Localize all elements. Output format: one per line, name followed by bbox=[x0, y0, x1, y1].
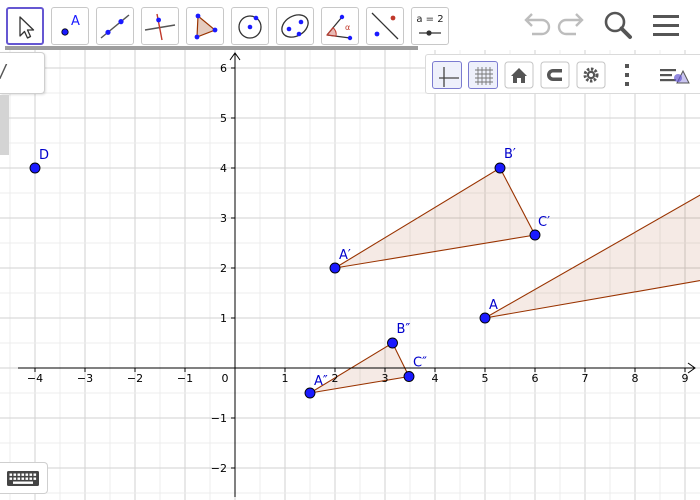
standard-view-button[interactable] bbox=[504, 61, 534, 89]
point-icon: A bbox=[61, 14, 80, 36]
axes-toggle-button[interactable] bbox=[432, 61, 462, 89]
x-tick-label: −3 bbox=[77, 372, 93, 385]
point-label: A″ bbox=[314, 374, 328, 389]
cursor-arrow-icon bbox=[19, 16, 35, 39]
reflect-about-line-tool-button[interactable] bbox=[366, 7, 404, 45]
perpendicular-line-icon bbox=[144, 13, 176, 41]
slider-icon bbox=[419, 30, 441, 36]
y-tick-label: 4 bbox=[220, 162, 227, 175]
redo-button[interactable] bbox=[555, 8, 589, 47]
point-label: A′ bbox=[339, 248, 351, 263]
move-tool-button[interactable] bbox=[6, 7, 44, 45]
point-label: A bbox=[489, 298, 498, 313]
ellipse-icon bbox=[281, 14, 309, 38]
y-tick-label: −2 bbox=[211, 462, 227, 475]
slider-tool-button[interactable]: a = 2 bbox=[411, 7, 449, 45]
point-label: D bbox=[39, 148, 49, 163]
point-tool-button[interactable]: A bbox=[51, 7, 89, 45]
x-tick-label: 5 bbox=[482, 372, 489, 385]
x-tick-label: 8 bbox=[632, 372, 639, 385]
point-A[interactable] bbox=[479, 312, 491, 324]
grid-toggle-button[interactable] bbox=[468, 61, 498, 89]
x-tick-label: 0 bbox=[222, 372, 229, 385]
home-icon bbox=[504, 61, 534, 89]
point-label: B′ bbox=[504, 147, 516, 162]
axes-icon bbox=[439, 67, 459, 87]
x-tick-label: 4 bbox=[432, 372, 439, 385]
x-tick-label: 2 bbox=[332, 372, 339, 385]
redo-icon bbox=[557, 13, 584, 36]
point-B′[interactable] bbox=[494, 162, 506, 174]
more-options-button[interactable] bbox=[612, 61, 642, 89]
grid-icon bbox=[475, 67, 493, 85]
y-tick-label: 3 bbox=[220, 212, 227, 225]
point-A′[interactable] bbox=[329, 262, 341, 274]
undo-icon bbox=[524, 13, 551, 36]
y-tick-label: 6 bbox=[220, 62, 227, 75]
y-tick-label: 1 bbox=[220, 312, 227, 325]
keyboard-icon bbox=[7, 471, 39, 486]
y-tick-label: 5 bbox=[220, 112, 227, 125]
algebra-tab-glyph: / bbox=[0, 62, 6, 84]
graphics-style-bar bbox=[425, 54, 700, 94]
angle-tool-button[interactable]: α bbox=[321, 7, 359, 45]
point-D[interactable] bbox=[29, 162, 41, 174]
ellipse-tool-button[interactable] bbox=[276, 7, 314, 45]
toolbar-separator bbox=[5, 46, 418, 50]
point-A″[interactable] bbox=[304, 387, 316, 399]
point-label: C′ bbox=[538, 215, 550, 230]
keyboard-toggle-button[interactable] bbox=[0, 462, 48, 494]
y-tick-label: 2 bbox=[220, 262, 227, 275]
reflect-about-line-icon bbox=[371, 12, 399, 40]
point-B″[interactable] bbox=[387, 337, 398, 349]
svg-text:A: A bbox=[71, 14, 80, 29]
polygon-icon bbox=[194, 13, 218, 40]
point-label: C″ bbox=[413, 356, 427, 371]
x-tick-label: 7 bbox=[582, 372, 589, 385]
circle-tool-button[interactable] bbox=[231, 7, 269, 45]
toggle-style-bar-button[interactable] bbox=[658, 61, 690, 89]
point-C′[interactable] bbox=[529, 229, 541, 241]
gear-icon bbox=[576, 61, 606, 89]
undo-button[interactable] bbox=[519, 8, 553, 47]
x-tick-label: 3 bbox=[382, 372, 389, 385]
polygon-tool-button[interactable] bbox=[186, 7, 224, 45]
perpendicular-line-tool-button[interactable] bbox=[141, 7, 179, 45]
x-tick-label: −2 bbox=[127, 372, 143, 385]
toolbar: A α a = 2 bbox=[0, 0, 700, 50]
x-tick-label: 6 bbox=[532, 372, 539, 385]
magnet-icon bbox=[540, 61, 570, 89]
line-through-points-icon bbox=[100, 14, 130, 39]
circle-center-point-icon bbox=[238, 15, 262, 39]
x-tick-label: −4 bbox=[27, 372, 43, 385]
search-icon bbox=[604, 11, 632, 39]
svg-text:α: α bbox=[345, 23, 350, 32]
point-C″[interactable] bbox=[403, 371, 415, 382]
search-button[interactable] bbox=[601, 8, 635, 47]
angle-icon: α bbox=[326, 14, 353, 41]
x-tick-label: 9 bbox=[682, 372, 689, 385]
line-tool-button[interactable] bbox=[96, 7, 134, 45]
scrollbar[interactable] bbox=[0, 95, 9, 155]
y-tick-label: −1 bbox=[211, 412, 227, 425]
graphics-settings-button[interactable] bbox=[576, 61, 606, 89]
more-vertical-icon bbox=[625, 64, 629, 86]
point-capturing-button[interactable] bbox=[540, 61, 570, 89]
x-tick-label: −1 bbox=[177, 372, 193, 385]
style-bar-toggle-icon bbox=[660, 69, 690, 84]
x-tick-label: 1 bbox=[282, 372, 289, 385]
main-menu-button[interactable] bbox=[649, 8, 683, 47]
point-label: B″ bbox=[397, 322, 411, 337]
menu-icon bbox=[653, 15, 679, 36]
algebra-view-tab[interactable]: / bbox=[0, 52, 45, 94]
